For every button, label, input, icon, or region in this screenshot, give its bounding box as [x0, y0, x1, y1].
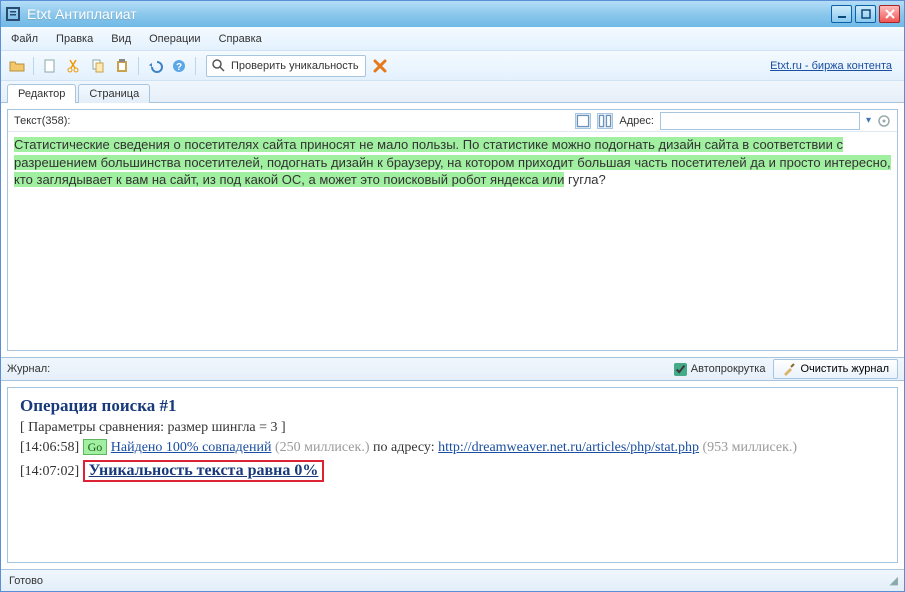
titlebar[interactable]: Etxt Антиплагиат: [1, 1, 904, 27]
address-label: Адрес:: [619, 115, 654, 127]
separator: [195, 57, 196, 75]
menubar: Файл Правка Вид Операции Справка: [1, 27, 904, 51]
log-label: Журнал:: [7, 363, 50, 375]
tabs: Редактор Страница: [1, 81, 904, 103]
log-panel[interactable]: Операция поиска #1 [ Параметры сравнения…: [7, 387, 898, 563]
maximize-button[interactable]: [855, 5, 876, 23]
editor-header: Текст(358): Адрес: ▾: [8, 110, 897, 132]
autoscroll-label: Автопрокрутка: [691, 363, 766, 375]
help-icon[interactable]: ?: [169, 56, 189, 76]
address-input[interactable]: [660, 112, 860, 130]
autoscroll-input[interactable]: [674, 363, 687, 376]
cancel-icon[interactable]: [370, 56, 390, 76]
text-count-label: Текст(358):: [14, 115, 70, 127]
etxt-site-link[interactable]: Etxt.ru - биржа контента: [770, 60, 898, 72]
plain-text-tail: гугла?: [568, 172, 606, 187]
log-line-1: [14:06:58] Go Найдено 100% совпадений (2…: [20, 440, 885, 456]
open-folder-icon[interactable]: [7, 56, 27, 76]
menu-help[interactable]: Справка: [219, 33, 262, 45]
svg-text:?: ?: [176, 62, 182, 73]
log-ts-1: [14:06:58]: [20, 440, 79, 455]
log-params: [ Параметры сравнения: размер шингла = 3…: [20, 420, 885, 436]
clear-log-label: Очистить журнал: [800, 363, 889, 375]
layout-btn-1[interactable]: [575, 113, 591, 129]
by-address: по адресу:: [373, 440, 435, 455]
toolbar: ? Проверить уникальность Etxt.ru - биржа…: [1, 51, 904, 81]
log-op-title: Операция поиска #1: [20, 396, 885, 416]
uniqueness-box: Уникальность текста равна 0%: [83, 460, 325, 482]
menu-file[interactable]: Файл: [11, 33, 38, 45]
time2: (953 миллисек.): [703, 440, 798, 455]
statusbar: Готово ◢: [1, 569, 904, 591]
new-doc-icon[interactable]: [40, 56, 60, 76]
search-icon: [211, 58, 227, 74]
menu-view[interactable]: Вид: [111, 33, 131, 45]
address-dropdown-icon[interactable]: ▾: [866, 115, 871, 126]
window-title: Etxt Антиплагиат: [27, 6, 831, 22]
result-url[interactable]: http://dreamweaver.net.ru/articles/php/s…: [438, 440, 699, 455]
clear-log-button[interactable]: Очистить журнал: [773, 359, 898, 379]
check-uniqueness-label: Проверить уникальность: [231, 60, 359, 72]
tab-page[interactable]: Страница: [78, 84, 150, 103]
copy-icon[interactable]: [88, 56, 108, 76]
app-icon: [5, 6, 21, 22]
paste-icon[interactable]: [112, 56, 132, 76]
close-button[interactable]: [879, 5, 900, 23]
window-controls: [831, 5, 900, 23]
found-link[interactable]: Найдено 100% совпадений: [111, 440, 272, 455]
log-ts-2: [14:07:02]: [20, 464, 79, 479]
minimize-button[interactable]: [831, 5, 852, 23]
tab-editor[interactable]: Редактор: [7, 84, 76, 103]
separator: [138, 57, 139, 75]
cut-icon[interactable]: [64, 56, 84, 76]
editor-textarea[interactable]: Статистические сведения о посетителях са…: [8, 132, 897, 350]
highlighted-text: Статистические сведения о посетителях са…: [14, 137, 891, 187]
editor-panel: Текст(358): Адрес: ▾ Статистические свед…: [1, 103, 904, 357]
undo-icon[interactable]: [145, 56, 165, 76]
main-window: Etxt Антиплагиат Файл Правка Вид Операци…: [0, 0, 905, 592]
time1: (250 миллисек.): [275, 440, 370, 455]
resize-grip-icon[interactable]: ◢: [890, 574, 896, 587]
layout-btn-2[interactable]: [597, 113, 613, 129]
check-uniqueness-button[interactable]: Проверить уникальность: [206, 55, 366, 77]
autoscroll-checkbox[interactable]: Автопрокрутка: [674, 363, 766, 376]
log-line-2: [14:07:02] Уникальность текста равна 0%: [20, 460, 885, 482]
menu-operations[interactable]: Операции: [149, 33, 200, 45]
log-header: Журнал: Автопрокрутка Очистить журнал: [1, 357, 904, 381]
broom-icon: [782, 362, 796, 376]
go-badge: Go: [83, 439, 108, 455]
gear-icon[interactable]: [877, 114, 891, 128]
menu-edit[interactable]: Правка: [56, 33, 93, 45]
uniqueness-text: Уникальность текста равна 0%: [89, 462, 319, 479]
status-text: Готово: [9, 575, 43, 587]
separator: [33, 57, 34, 75]
